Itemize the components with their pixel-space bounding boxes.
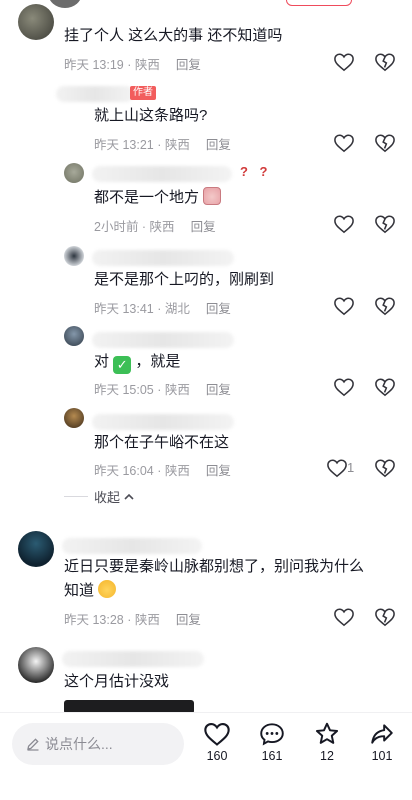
broken-heart-icon[interactable] (374, 296, 396, 316)
comment-text: 对 ✓ ，就是 (94, 350, 180, 374)
comment-time: 昨天 13:41 · 湖北 (94, 302, 190, 316)
broken-heart-icon[interactable] (374, 607, 396, 627)
comment-text: 是不是那个上叼的，刚刷到 (94, 271, 275, 288)
broken-heart-icon[interactable] (374, 377, 396, 397)
share-icon (371, 724, 393, 744)
broken-heart-icon[interactable] (374, 214, 396, 234)
username[interactable] (92, 250, 234, 266)
comment-icon (260, 723, 284, 746)
broken-heart-icon[interactable] (374, 52, 396, 72)
comment-input[interactable]: 说点什么... (12, 723, 184, 765)
share-count: 101 (371, 749, 393, 763)
broken-heart-icon[interactable] (374, 133, 396, 153)
broken-heart-icon[interactable] (374, 458, 396, 478)
comment-text: 都不是一个地方 (94, 186, 222, 210)
username[interactable] (92, 166, 232, 182)
comment-input-placeholder: 说点什么... (45, 736, 113, 752)
like-action[interactable]: 160 (197, 721, 237, 763)
heart-icon[interactable] (333, 296, 355, 316)
collapse-replies-button[interactable]: 收起 (64, 487, 135, 506)
avatar[interactable] (18, 531, 54, 567)
sweat-smile-emoji-icon (98, 580, 117, 598)
comment-meta: 昨天 13:19 · 陕西 回复 (64, 54, 201, 73)
avatar[interactable] (18, 647, 54, 683)
comment-meta: 昨天 13:41 · 湖北 回复 (94, 298, 231, 317)
avatar[interactable] (64, 326, 84, 346)
heart-icon[interactable] (333, 607, 355, 627)
avatar[interactable] (64, 163, 84, 183)
heart-icon[interactable] (333, 52, 355, 72)
favorite-count: 12 (320, 749, 334, 763)
comment-meta: 昨天 13:28 · 陕西 回复 (64, 609, 201, 628)
comment-text-before: 对 (94, 353, 110, 370)
reply-button[interactable]: 回复 (206, 302, 231, 316)
check-mark-emoji-icon: ✓ (113, 356, 132, 374)
comment-time: 昨天 16:04 · 陕西 (94, 464, 190, 478)
comment-text: 近日只要是秦岭山脉都别想了，别问我为什么知道 (64, 555, 364, 603)
star-icon (315, 722, 339, 744)
like-count: 1 (347, 460, 355, 475)
favorite-action[interactable]: 12 (307, 721, 347, 763)
avatar[interactable] (64, 408, 84, 428)
comment-meta: 昨天 16:04 · 陕西 回复 (94, 460, 231, 479)
username[interactable] (62, 538, 202, 554)
username[interactable] (92, 414, 234, 430)
avatar[interactable] (18, 4, 54, 40)
pencil-icon (27, 738, 39, 751)
comment-time: 昨天 15:05 · 陕西 (94, 383, 190, 397)
heart-icon[interactable] (333, 214, 355, 234)
like-count: 160 (206, 749, 228, 763)
comment-text: 这个月估计没戏 (64, 673, 170, 690)
bottom-action-bar: 说点什么... 160 161 12 101 (0, 712, 412, 800)
comment-meta: 2小时前 · 陕西 回复 (94, 216, 216, 235)
collapse-divider (64, 496, 88, 497)
pig-emoji-icon (203, 187, 222, 205)
reply-button[interactable]: 回复 (191, 220, 216, 234)
reply-button[interactable]: 回复 (206, 138, 231, 152)
comment-meta: 昨天 15:05 · 陕西 回复 (94, 379, 231, 398)
reply-button[interactable]: 回复 (206, 464, 231, 478)
heart-icon (204, 723, 230, 746)
question-marks: ? ? (240, 164, 272, 179)
comment-text: 挂了个人 这么大的事 还不知道吗 (64, 27, 283, 44)
comment-text: 就上山这条路吗? (94, 107, 208, 124)
reply-button[interactable]: 回复 (176, 58, 201, 72)
author-badge: 作者 (130, 86, 156, 100)
comment-meta: 昨天 13:21 · 陕西 回复 (94, 134, 231, 153)
username[interactable] (56, 86, 134, 102)
comment-text-content: 都不是一个地方 (94, 189, 200, 206)
comment-time: 昨天 13:21 · 陕西 (94, 138, 190, 152)
reply-button[interactable]: 回复 (176, 613, 201, 627)
username[interactable] (62, 651, 204, 667)
comment-text-after: ，就是 (135, 353, 181, 370)
top-avatar[interactable] (48, 0, 82, 8)
share-action[interactable]: 101 (362, 721, 402, 763)
heart-icon[interactable] (333, 133, 355, 153)
heart-icon[interactable] (333, 377, 355, 397)
comment-action[interactable]: 161 (252, 721, 292, 763)
chevron-up-icon (124, 493, 134, 500)
comment-count: 161 (261, 749, 283, 763)
comment-text: 那个在子午峪不在这 (94, 434, 230, 451)
comment-time: 2小时前 · 陕西 (94, 220, 175, 234)
username[interactable] (92, 332, 234, 348)
avatar[interactable] (64, 246, 84, 266)
top-strip (0, 0, 412, 8)
collapse-label: 收起 (94, 490, 121, 505)
heart-icon[interactable] (326, 458, 348, 478)
reply-button[interactable]: 回复 (206, 383, 231, 397)
comment-time: 昨天 13:19 · 陕西 (64, 58, 160, 72)
comment-time: 昨天 13:28 · 陕西 (64, 613, 160, 627)
follow-button[interactable] (286, 0, 352, 6)
